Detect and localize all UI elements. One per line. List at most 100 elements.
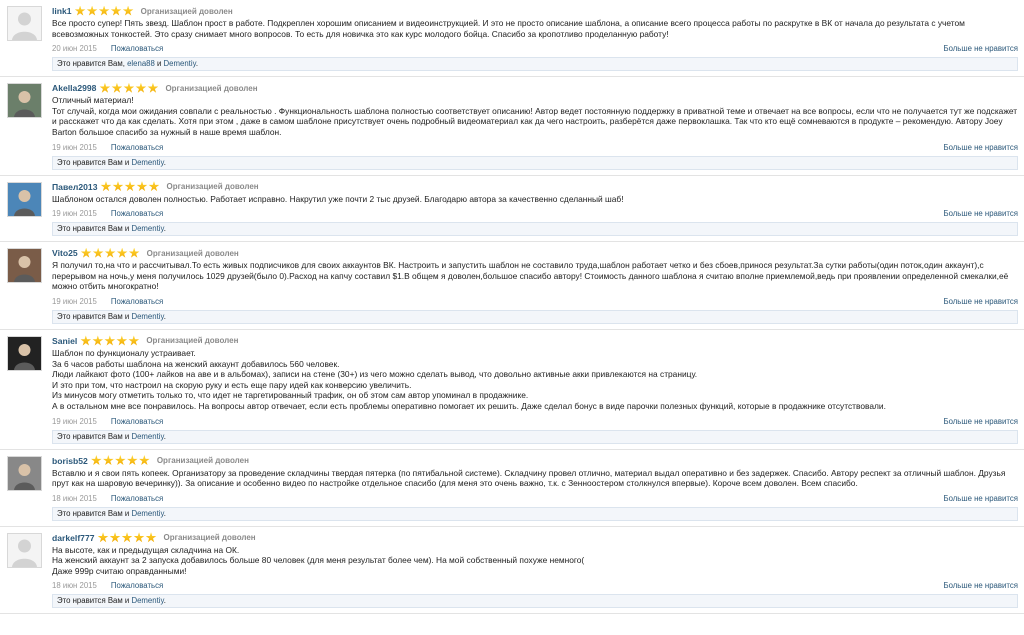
report-link[interactable]: Пожаловаться [111,494,163,503]
author-link[interactable]: Павел2013 [52,182,97,192]
likes-prefix: Это нравится Вам [57,224,123,234]
user-photo-icon [8,182,41,216]
unlike-link[interactable]: Больше не нравится [943,494,1018,503]
status-label: Организацией доволен [163,533,256,543]
review-text: Все просто супер! Пять звезд. Шаблон про… [52,18,1018,39]
status-label: Организацией доволен [140,6,233,16]
star-icon [147,82,159,93]
user-photo-icon [8,456,41,490]
liker-link[interactable]: Dementiy [131,224,163,233]
rating-stars [74,5,135,17]
star-icon [123,82,135,93]
likes-suffix: . [195,59,199,69]
user-photo-icon [8,336,41,370]
avatar[interactable] [7,248,42,284]
liker-link[interactable]: elena88 [127,59,155,68]
star-icon [136,181,148,192]
unlike-link[interactable]: Больше не нравится [943,209,1018,218]
review-text-line: Отличный материал! [52,95,134,106]
liker-link[interactable]: Dementiy [131,158,163,167]
review-text-line: Люди лайкают фото (100+ лайков на аве и … [52,369,698,380]
unlike-link[interactable]: Больше не нравится [943,44,1018,53]
liker-link[interactable]: Dementiy [131,596,163,605]
star-icon [80,247,92,258]
default-avatar-icon [8,533,41,567]
review-text-line: Шаблон по функционалу устраивает. [52,347,196,358]
star-icon [116,247,128,258]
avatar[interactable] [7,181,42,217]
report-link[interactable]: Пожаловаться [111,143,163,152]
star-icon [98,5,110,16]
review-item-vito25: Vito25 Организацией доволен Я получил то… [0,242,1024,330]
author-link[interactable]: borisb52 [52,456,88,466]
rating-stars [100,181,160,192]
review-item-saniel: Saniel Организацией доволен Шаблон по фу… [0,330,1024,450]
likes-suffix: . [163,157,166,167]
unlike-link[interactable]: Больше не нравится [943,417,1018,426]
user-photo-icon [8,249,41,283]
likes-prefix: Это нравится Вам [57,157,123,167]
star-icon [100,181,112,192]
likes-bar: Это нравится Вам, elena88 и Dementiy. [52,57,1018,72]
likes-bar: Это нравится Вам и Dementiy. [52,155,1018,170]
star-icon [127,455,138,466]
report-link[interactable]: Пожаловаться [111,297,163,306]
review-text-line: А в остальном мне все понравилось. На во… [52,400,886,411]
avatar[interactable] [7,532,42,568]
likes-bar: Это нравится Вам и Dementiy. [52,506,1018,521]
likes-suffix: . [163,431,166,441]
author-link[interactable]: link1 [52,6,72,16]
status-label: Организацией доволен [146,248,239,258]
star-icon [128,335,140,346]
review-text-line: Шаблоном остался доволен полностью. Рабо… [52,193,624,204]
review-date: 20 июн 2015 [52,44,97,54]
likes-prefix: Это нравится Вам, [57,59,128,69]
liker-link[interactable]: Dementiy [131,432,163,441]
avatar[interactable] [7,455,42,491]
report-link[interactable]: Пожаловаться [111,209,163,218]
author-link[interactable]: Vito25 [52,248,78,258]
status-label: Организацией доволен [166,182,259,192]
rating-stars [91,455,151,466]
review-item-павел2013: Павел2013 Организацией доволен Шаблоном … [0,176,1024,243]
default-avatar-icon [8,7,41,40]
likes-prefix: Это нравится Вам [57,311,123,321]
star-icon [116,335,128,346]
avatar[interactable] [7,335,42,371]
report-link[interactable]: Пожаловаться [111,581,163,590]
unlike-link[interactable]: Больше не нравится [943,581,1018,590]
avatar[interactable] [7,83,42,119]
unlike-link[interactable]: Больше не нравится [943,143,1018,152]
review-text-line: За 6 часов работы шаблона на женский акк… [52,358,340,369]
author-link[interactable]: darkelf777 [52,533,95,543]
review-text-line: Тот случай, когда мои ожидания совпали с… [52,105,1018,137]
avatar[interactable] [7,6,42,41]
star-icon [111,82,123,93]
rating-stars [97,532,158,543]
liker-link[interactable]: Dementiy [131,509,163,518]
star-icon [103,455,114,466]
review-date: 18 июн 2015 [52,493,97,503]
star-icon [99,82,111,93]
star-icon [124,181,136,192]
report-link[interactable]: Пожаловаться [111,417,163,426]
report-link[interactable]: Пожаловаться [111,44,163,53]
review-item-borisb52: borisb52 Организацией доволен Вставлю и … [0,450,1024,527]
review-item-akella2998: Akella2998 Организацией доволен Отличный… [0,77,1024,176]
liker-link[interactable]: Dementiy [164,59,196,68]
status-label: Организацией доволен [165,83,258,93]
review-text-line: Все просто супер! Пять звезд. Шаблон про… [52,18,965,39]
likes-prefix: Это нравится Вам [57,508,123,518]
star-icon [115,455,126,466]
likes-suffix: . [163,224,166,234]
star-icon [104,335,116,346]
unlike-link[interactable]: Больше не нравится [943,297,1018,306]
user-photo-icon [8,84,41,118]
star-icon [122,5,134,16]
star-icon [128,247,140,258]
review-date: 18 июн 2015 [52,581,97,591]
author-link[interactable]: Saniel [52,336,77,346]
review-date: 19 июн 2015 [52,296,97,306]
author-link[interactable]: Akella2998 [52,83,96,93]
liker-link[interactable]: Dementiy [131,312,163,321]
